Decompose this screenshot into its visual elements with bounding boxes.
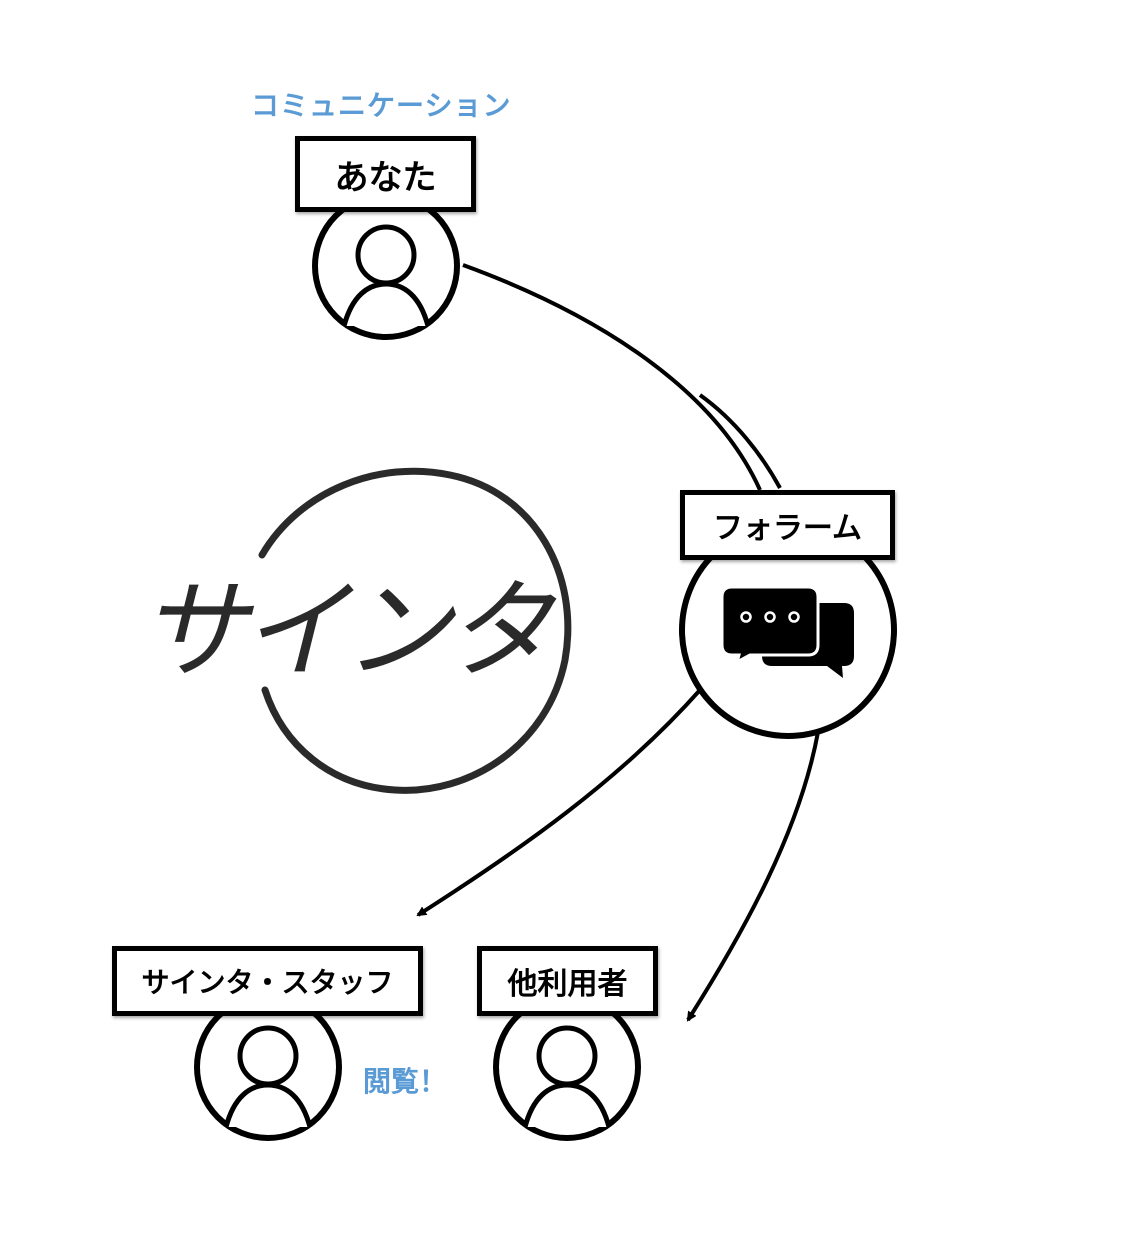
label-staff[interactable]: サインタ・スタッフ: [112, 946, 423, 1016]
saintar-logo: サインタ: [139, 467, 572, 794]
node-others[interactable]: [493, 993, 641, 1141]
label-others[interactable]: 他利用者: [477, 946, 658, 1016]
arrow-forum-to-staff: [416, 688, 702, 917]
label-you[interactable]: あなた: [295, 136, 476, 212]
diagram-canvas: サインタ: [139, 192, 897, 1141]
connector-you-to-forum: [462, 263, 782, 491]
label-forum[interactable]: フォラーム: [680, 490, 895, 560]
communication-caption: コミュニケーション: [251, 89, 512, 122]
arrow-forum-to-others: [686, 731, 820, 1022]
logo-text: サインタ: [139, 569, 557, 694]
node-you[interactable]: [312, 192, 460, 340]
view-annotation: 閲覧！: [363, 1065, 448, 1098]
node-staff[interactable]: [194, 993, 342, 1141]
